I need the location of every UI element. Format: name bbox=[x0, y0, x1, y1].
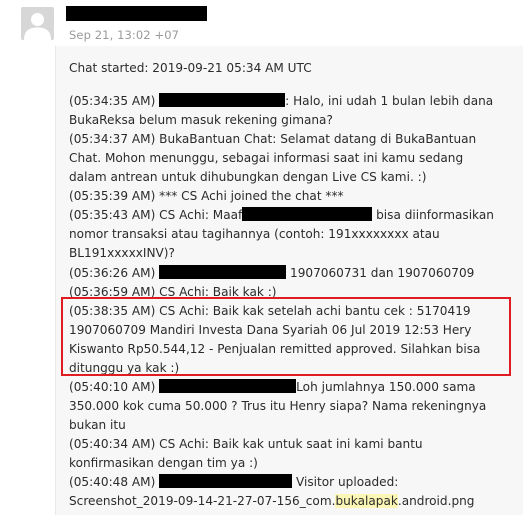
chat-line: (05:40:48 AM) Visitor uploaded: bbox=[69, 473, 398, 492]
file-name-highlight: bukalapak bbox=[335, 494, 398, 508]
chat-line: bukan itu bbox=[69, 418, 126, 432]
chat-suffix: bisa diinformasikan bbox=[372, 208, 494, 222]
chat-line: (05:35:43 AM) CS Achi: Maaf bisa diinfor… bbox=[69, 206, 494, 225]
redacted-name bbox=[159, 379, 297, 393]
chat-line: 350.000 kok cuma 50.000 ? Trus itu Henry… bbox=[69, 399, 487, 413]
redacted-name bbox=[242, 207, 373, 221]
chat-started: Chat started: 2019-09-21 05:34 AM UTC bbox=[69, 61, 312, 75]
chat-line: (05:40:10 AM) Loh jumlahnya 150.000 sama bbox=[69, 378, 476, 397]
file-name-prefix: Screenshot_2019-09-14-21-27-07-156_com. bbox=[69, 494, 336, 508]
chat-line: BL191xxxxxINV)? bbox=[69, 246, 175, 260]
avatar bbox=[21, 7, 54, 40]
file-name-suffix: .android.png bbox=[397, 494, 475, 508]
redacted-name bbox=[159, 265, 287, 279]
user-icon bbox=[24, 13, 51, 40]
highlight-box bbox=[61, 297, 511, 376]
chat-line: (05:36:26 AM) 1907060731 dan 1907060709 bbox=[69, 264, 474, 283]
redacted-name bbox=[159, 474, 293, 488]
chat-line: nomor transaksi atau tagihannya (contoh:… bbox=[69, 227, 440, 241]
chat-line: BukaReksa belum masuk rekening gimana? bbox=[69, 113, 333, 127]
chat-text: 1907060731 dan 1907060709 bbox=[286, 266, 475, 280]
chat-line: (05:40:34 AM) CS Achi: Baik kak untuk sa… bbox=[69, 437, 423, 451]
chat-text: : Halo, ini udah 1 bulan lebih dana bbox=[285, 94, 494, 108]
chat-line: Chat. Mohon menunggu, sebagai informasi … bbox=[69, 151, 464, 165]
chat-text: Visitor uploaded: bbox=[292, 475, 399, 489]
chat-time: (05:40:48 AM) bbox=[69, 475, 160, 489]
redacted-name bbox=[159, 93, 286, 107]
chat-line: konfirmasikan dengan tim ya :) bbox=[69, 456, 258, 470]
chat-time: (05:34:35 AM) bbox=[69, 94, 160, 108]
chat-line: dalam antrean untuk dihubungkan dengan L… bbox=[69, 170, 427, 184]
chat-line: (05:34:35 AM) : Halo, ini udah 1 bulan l… bbox=[69, 92, 493, 111]
chat-time: (05:40:10 AM) bbox=[69, 380, 160, 394]
message-timestamp: Sep 21, 13:02 +07 bbox=[69, 28, 180, 42]
chat-time: (05:36:26 AM) bbox=[69, 266, 160, 280]
redacted-sender-name bbox=[66, 6, 207, 21]
chat-line: (05:34:37 AM) BukaBantuan Chat: Selamat … bbox=[69, 132, 477, 146]
chat-line: (05:35:39 AM) *** CS Achi joined the cha… bbox=[69, 189, 344, 203]
chat-prefix: (05:35:43 AM) CS Achi: Maaf bbox=[69, 208, 243, 222]
chat-text: Loh jumlahnya 150.000 sama bbox=[296, 380, 476, 394]
uploaded-file-line: Screenshot_2019-09-14-21-27-07-156_com.b… bbox=[69, 492, 474, 511]
